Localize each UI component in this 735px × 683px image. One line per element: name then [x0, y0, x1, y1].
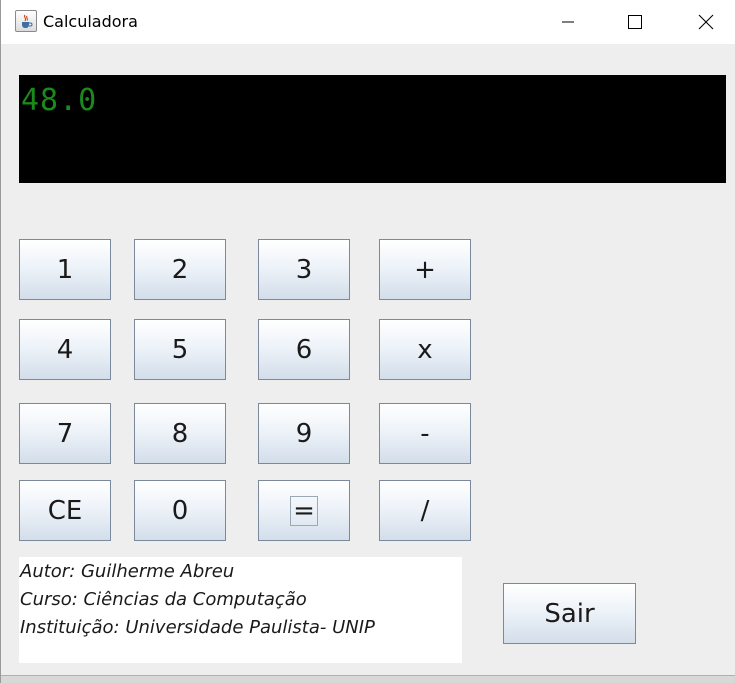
- key-6-button[interactable]: 6: [258, 319, 350, 380]
- key-label: 9: [295, 418, 313, 449]
- java-cup-icon: [15, 10, 37, 32]
- key-8-button[interactable]: 8: [134, 403, 226, 464]
- divide-button[interactable]: /: [379, 480, 471, 541]
- exit-button[interactable]: Sair: [503, 583, 636, 644]
- credits-panel: Autor: Guilherme Abreu Curso: Ciências d…: [19, 557, 462, 663]
- key-3-button[interactable]: 3: [258, 239, 350, 300]
- key-label: 8: [171, 418, 189, 449]
- institution-text: Instituição: Universidade Paulista- UNIP: [20, 617, 375, 638]
- key-label: 6: [295, 334, 313, 365]
- key-label: 7: [56, 418, 74, 449]
- course-text: Curso: Ciências da Computação: [20, 589, 307, 610]
- key-label: CE: [47, 495, 83, 526]
- title-bar[interactable]: Calculadora: [1, 0, 735, 44]
- close-button[interactable]: [683, 0, 729, 44]
- clear-entry-button[interactable]: CE: [19, 480, 111, 541]
- multiply-button[interactable]: x: [379, 319, 471, 380]
- key-label: 0: [171, 495, 189, 526]
- key-label: -: [420, 418, 430, 449]
- key-label: +: [414, 254, 436, 285]
- minimize-icon: [562, 21, 574, 23]
- key-0-button[interactable]: 0: [134, 480, 226, 541]
- background-window-edge: [1, 675, 735, 683]
- key-label: 2: [171, 254, 189, 285]
- calculator-window: Calculadora 48.0 1 2 3 + 4 5 6 x 7 8 9 -: [0, 0, 735, 683]
- display-value: 48.0: [21, 83, 98, 118]
- key-label: 3: [295, 254, 313, 285]
- minimize-button[interactable]: [545, 0, 591, 44]
- key-label: /: [420, 495, 430, 526]
- key-1-button[interactable]: 1: [19, 239, 111, 300]
- key-label: 1: [56, 254, 74, 285]
- maximize-button[interactable]: [612, 0, 658, 44]
- key-9-button[interactable]: 9: [258, 403, 350, 464]
- calculator-display: 48.0: [19, 75, 726, 183]
- author-text: Autor: Guilherme Abreu: [20, 561, 235, 582]
- key-2-button[interactable]: 2: [134, 239, 226, 300]
- key-5-button[interactable]: 5: [134, 319, 226, 380]
- key-label: 4: [56, 334, 74, 365]
- close-icon: [698, 14, 714, 30]
- key-4-button[interactable]: 4: [19, 319, 111, 380]
- key-7-button[interactable]: 7: [19, 403, 111, 464]
- subtract-button[interactable]: -: [379, 403, 471, 464]
- add-button[interactable]: +: [379, 239, 471, 300]
- maximize-icon: [628, 15, 642, 29]
- window-title: Calculadora: [43, 12, 138, 31]
- key-label: x: [417, 334, 433, 365]
- key-label: 5: [171, 334, 189, 365]
- equals-button[interactable]: =: [258, 480, 350, 541]
- exit-button-label: Sair: [544, 598, 595, 629]
- key-label: =: [290, 495, 318, 526]
